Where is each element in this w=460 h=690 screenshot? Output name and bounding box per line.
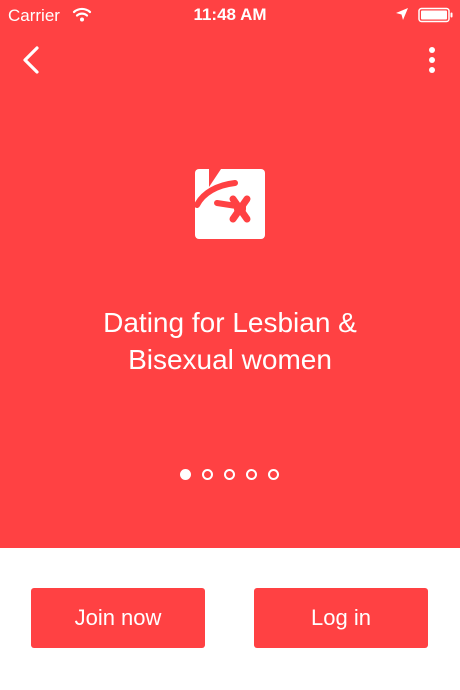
page-indicator xyxy=(180,463,290,485)
log-in-button[interactable]: Log in xyxy=(254,588,428,648)
tagline-line-1: Dating for Lesbian & xyxy=(103,307,357,338)
app-logo-icon xyxy=(195,169,265,239)
battery-icon xyxy=(418,7,453,23)
join-now-button[interactable]: Join now xyxy=(31,588,205,648)
more-vertical-icon xyxy=(429,47,435,73)
tagline-line-2: Bisexual women xyxy=(128,344,332,375)
page-dot-3[interactable] xyxy=(224,468,235,480)
tagline: Dating for Lesbian & Bisexual women xyxy=(30,304,430,378)
status-bar: Carrier 11:48 AM xyxy=(0,0,460,32)
location-icon xyxy=(396,8,408,20)
page-dot-4[interactable] xyxy=(246,468,257,480)
back-button[interactable] xyxy=(14,42,50,78)
page-dot-1[interactable] xyxy=(180,468,191,480)
chevron-left-icon xyxy=(23,46,39,74)
more-button[interactable] xyxy=(418,42,446,78)
page-dot-2[interactable] xyxy=(202,468,213,480)
status-time: 11:48 AM xyxy=(193,5,267,24)
page-dot-5[interactable] xyxy=(268,468,279,480)
